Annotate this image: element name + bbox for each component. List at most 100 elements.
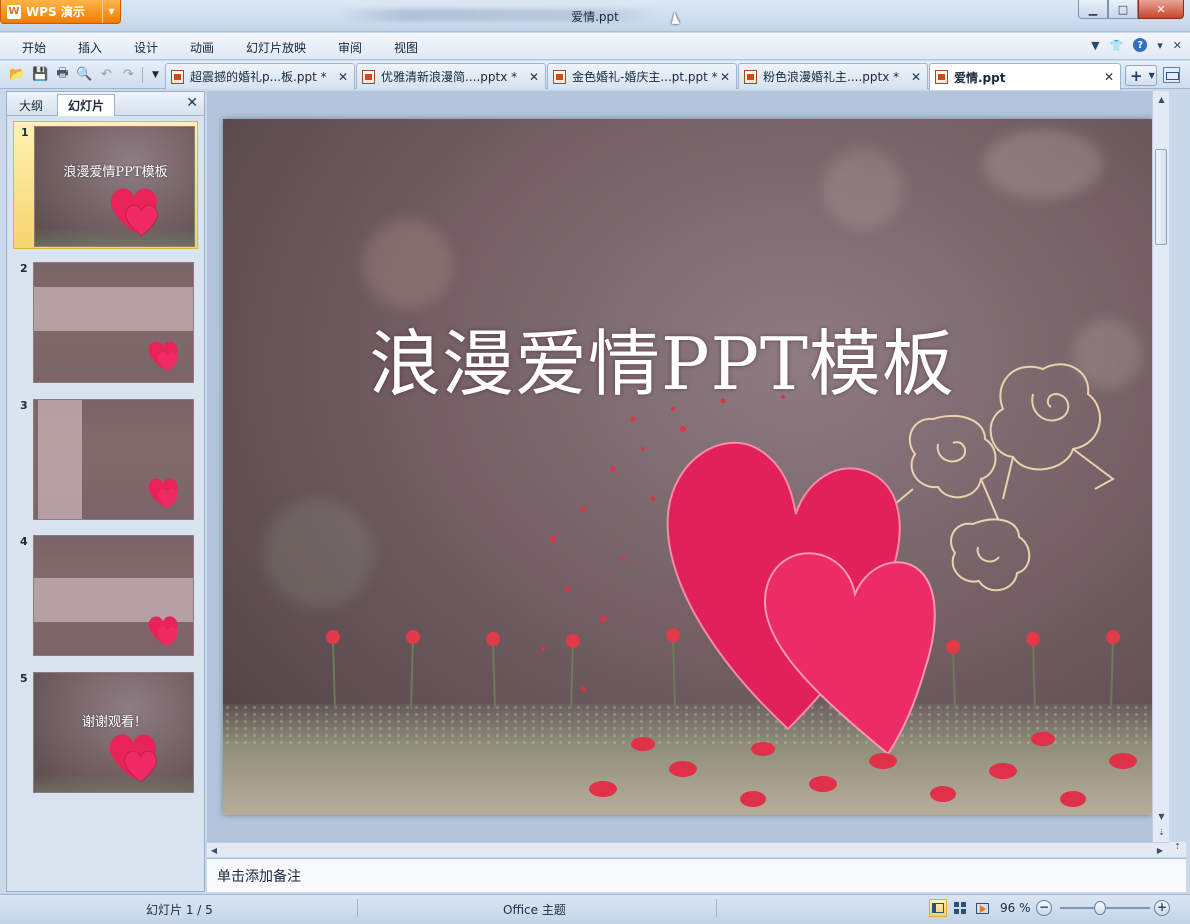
slide-title[interactable]: 浪漫爱情PPT模板 [223,305,1152,410]
ppt-file-icon [935,70,948,84]
doc-tab-2[interactable]: 优雅清新浪漫简....pptx * ✕ [356,63,546,89]
slide-thumbnail-5[interactable]: 5 谢谢观看！ [13,668,198,796]
menu-home[interactable]: 开始 [22,39,46,56]
normal-view-button[interactable] [929,899,947,917]
prev-slide-icon[interactable]: ⇡ [1169,842,1186,857]
doc-tab-label: 爱情.ppt [954,70,1006,85]
close-tab-icon[interactable]: ✕ [1102,70,1116,84]
ppt-file-icon [553,69,566,84]
thumbnail-image [33,262,194,383]
chevron-down-icon[interactable]: ▼ [1149,71,1155,80]
horizontal-scrollbar[interactable]: ◀ ▶ [207,842,1169,857]
slides-panel: 大纲 幻灯片 ✕ 1 浪漫爱情PPT模板 2 3 4 5 谢谢观看！ [6,91,205,892]
new-tab-button[interactable]: + ▼ [1125,65,1157,86]
print-preview-icon[interactable]: 🔍 [76,66,93,83]
scroll-down-icon[interactable]: ▼ [1153,808,1170,824]
close-icon[interactable]: ✕ [186,95,198,111]
slide-thumbnail-1[interactable]: 1 浪漫爱情PPT模板 [13,121,198,249]
tab-outline[interactable]: 大纲 [9,94,53,116]
zoom-slider-handle[interactable] [1094,901,1106,915]
maximize-button[interactable]: □ [1108,0,1138,19]
slide-sorter-button[interactable] [951,899,969,917]
slide-thumbnail-3[interactable]: 3 [13,395,198,523]
close-tab-icon[interactable]: ✕ [527,70,541,84]
thumbnail-image: 浪漫爱情PPT模板 [34,126,195,247]
close-icon[interactable]: ✕ [1173,39,1182,52]
heart-icon [110,188,158,237]
print-icon[interactable]: 🖶 [54,66,71,83]
slideshow-icon [975,902,989,914]
menu-animation[interactable]: 动画 [190,39,214,56]
doc-tab-1[interactable]: 超震撼的婚礼p...板.ppt * ✕ [165,63,355,89]
heart-icon [109,734,157,783]
status-divider [716,899,717,917]
doc-tab-label: 粉色浪漫婚礼主....pptx * [763,70,900,84]
notes-placeholder: 单击添加备注 [217,869,301,885]
thumbnail-title: 浪漫爱情PPT模板 [63,165,168,180]
content-band [38,400,82,519]
small-flowers-decoration [326,628,1120,710]
close-button[interactable]: ✕ [1138,0,1184,19]
notes-pane[interactable]: 单击添加备注 [207,858,1186,892]
vertical-scrollbar[interactable]: ▲ ▼ ⇣ [1152,91,1169,842]
title-bar: W WPS 演示 ▼ 爱情.ppt ▁ □ ✕ [0,0,1190,32]
plus-icon: + [1130,66,1143,85]
slideshow-button[interactable] [973,899,991,917]
thumbnail-number: 5 [20,672,28,685]
thumbnail-image [33,535,194,656]
undo-icon[interactable]: ↶ [98,66,115,83]
slide-canvas[interactable]: 浪漫爱情PPT模板 [223,119,1152,815]
close-tab-icon[interactable]: ✕ [718,70,732,84]
panel-tabs: 大纲 幻灯片 ✕ [7,92,204,116]
thumbnail-number: 2 [20,262,28,275]
doc-tab-3[interactable]: 金色婚礼-婚庆主...pt.ppt * ✕ [547,63,737,89]
menu-design[interactable]: 设计 [134,39,158,56]
doc-tab-label: 超震撼的婚礼p...板.ppt * [190,70,327,84]
window-title: 爱情.ppt [571,10,619,24]
save-icon[interactable]: 💾 [32,66,49,83]
menu-slideshow[interactable]: 幻灯片放映 [246,39,306,56]
slide-editor: 浪漫爱情PPT模板 ▲ ▼ ⇣ [207,91,1169,842]
window-controls: ▁ □ ✕ [1078,0,1184,19]
doc-tab-active[interactable]: 爱情.ppt ✕ [929,63,1121,90]
zoom-in-button[interactable]: + [1154,900,1170,916]
restore-window-icon[interactable] [1163,67,1180,83]
menu-right-tools: ▼ 👕 ? ▾ ✕ [1091,38,1182,52]
thumbnail-number: 1 [21,126,29,139]
zoom-level[interactable]: 96 % [1000,901,1031,915]
doc-tab-4[interactable]: 粉色浪漫婚礼主....pptx * ✕ [738,63,928,89]
bokeh-light [263,499,373,609]
ppt-file-icon [171,69,184,84]
thumbnail-number: 3 [20,399,28,412]
chevron-down-icon[interactable]: ▾ [1157,39,1163,52]
ppt-file-icon [744,69,757,84]
heart-icon [148,341,178,372]
help-icon[interactable]: ? [1133,38,1148,52]
content-band [34,287,193,331]
theme-name: Office 主题 [503,903,566,917]
doc-tab-label: 优雅清新浪漫简....pptx * [381,70,518,84]
zoom-out-button[interactable]: − [1036,900,1052,916]
minimize-button[interactable]: ▁ [1078,0,1108,19]
chevron-down-icon[interactable]: ▼ [1091,39,1099,52]
scroll-up-icon[interactable]: ▲ [1153,91,1170,107]
menu-view[interactable]: 视图 [394,39,418,56]
close-tab-icon[interactable]: ✕ [909,70,923,84]
menu-insert[interactable]: 插入 [78,39,102,56]
skin-shirt-icon[interactable]: 👕 [1110,39,1124,52]
redo-icon[interactable]: ↷ [120,66,137,83]
tab-slides[interactable]: 幻灯片 [57,94,116,116]
heart-icon [148,616,178,647]
scrollbar-thumb[interactable] [1155,149,1167,245]
customize-dropdown-icon[interactable]: ▼ [147,66,164,83]
close-tab-icon[interactable]: ✕ [336,70,350,84]
scroll-left-icon[interactable]: ◀ [207,843,221,858]
open-folder-icon[interactable]: 📂 [9,66,26,83]
heart-icon [148,478,178,509]
scroll-right-icon[interactable]: ▶ [1153,843,1167,858]
slide-thumbnail-2[interactable]: 2 [13,258,198,386]
status-bar: 幻灯片 1 / 5 Office 主题 96 % − + [0,894,1190,924]
slide-thumbnail-4[interactable]: 4 [13,531,198,659]
menu-review[interactable]: 审阅 [338,39,362,56]
next-slide-icon[interactable]: ⇣ [1153,824,1170,840]
